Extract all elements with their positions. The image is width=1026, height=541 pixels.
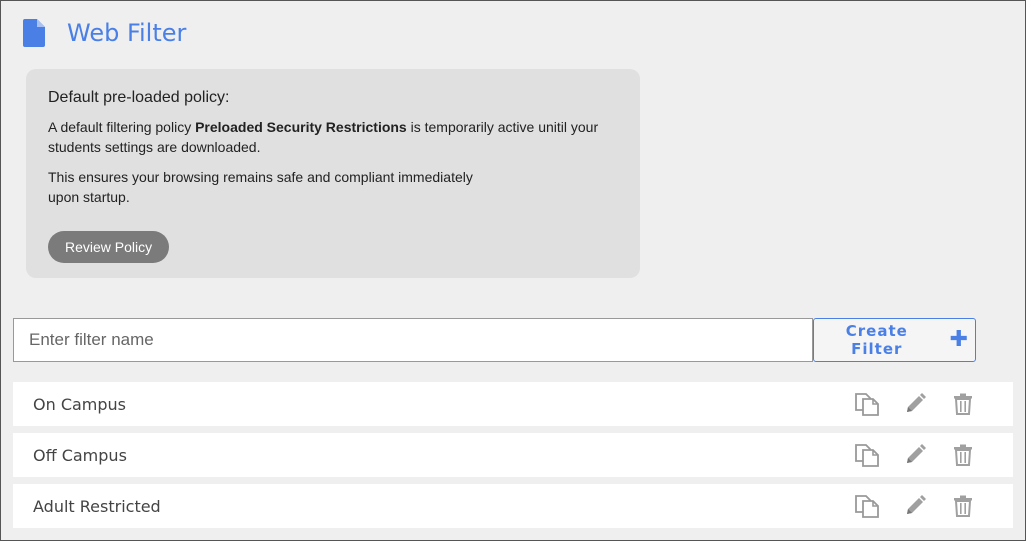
row-actions	[853, 442, 977, 468]
policy-name: Preloaded Security Restrictions	[195, 119, 407, 135]
delete-icon[interactable]	[949, 391, 977, 417]
notice-paragraph-2: This ensures your browsing remains safe …	[48, 169, 473, 205]
page-title: Web Filter	[67, 19, 187, 47]
create-filter-button[interactable]: Create Filter ✚	[813, 318, 976, 362]
filter-row[interactable]: On Campus	[13, 382, 1013, 426]
row-actions	[853, 391, 977, 417]
create-filter-bar: Create Filter ✚	[13, 318, 976, 362]
filter-row[interactable]: Adult Restricted	[13, 484, 1013, 528]
filter-name: On Campus	[33, 394, 127, 414]
copy-icon[interactable]	[853, 442, 881, 468]
create-filter-label: Create Filter	[845, 322, 908, 358]
page-header: Web Filter	[23, 17, 186, 49]
edit-icon[interactable]	[901, 442, 929, 468]
plus-icon: ✚	[949, 327, 969, 352]
copy-icon[interactable]	[853, 391, 881, 417]
edit-icon[interactable]	[901, 391, 929, 417]
notice-heading: Default pre-loaded policy:	[48, 89, 230, 106]
filter-row[interactable]: Off Campus	[13, 433, 1013, 477]
filter-list: On Campus Off Campus Adult Restricted	[13, 382, 1013, 535]
delete-icon[interactable]	[949, 442, 977, 468]
notice-paragraph-1: A default filtering policy Preloaded Sec…	[48, 117, 608, 157]
delete-icon[interactable]	[949, 493, 977, 519]
review-policy-button[interactable]: Review Policy	[48, 231, 170, 263]
edit-icon[interactable]	[901, 493, 929, 519]
filter-name: Off Campus	[33, 445, 127, 465]
row-actions	[853, 493, 977, 519]
copy-icon[interactable]	[853, 493, 881, 519]
filter-name: Adult Restricted	[33, 496, 161, 516]
document-icon	[23, 19, 47, 47]
filter-name-input[interactable]	[13, 318, 813, 362]
notice-text: A default filtering policy	[48, 119, 196, 135]
policy-notice: Default pre-loaded policy: A default fil…	[26, 69, 640, 278]
